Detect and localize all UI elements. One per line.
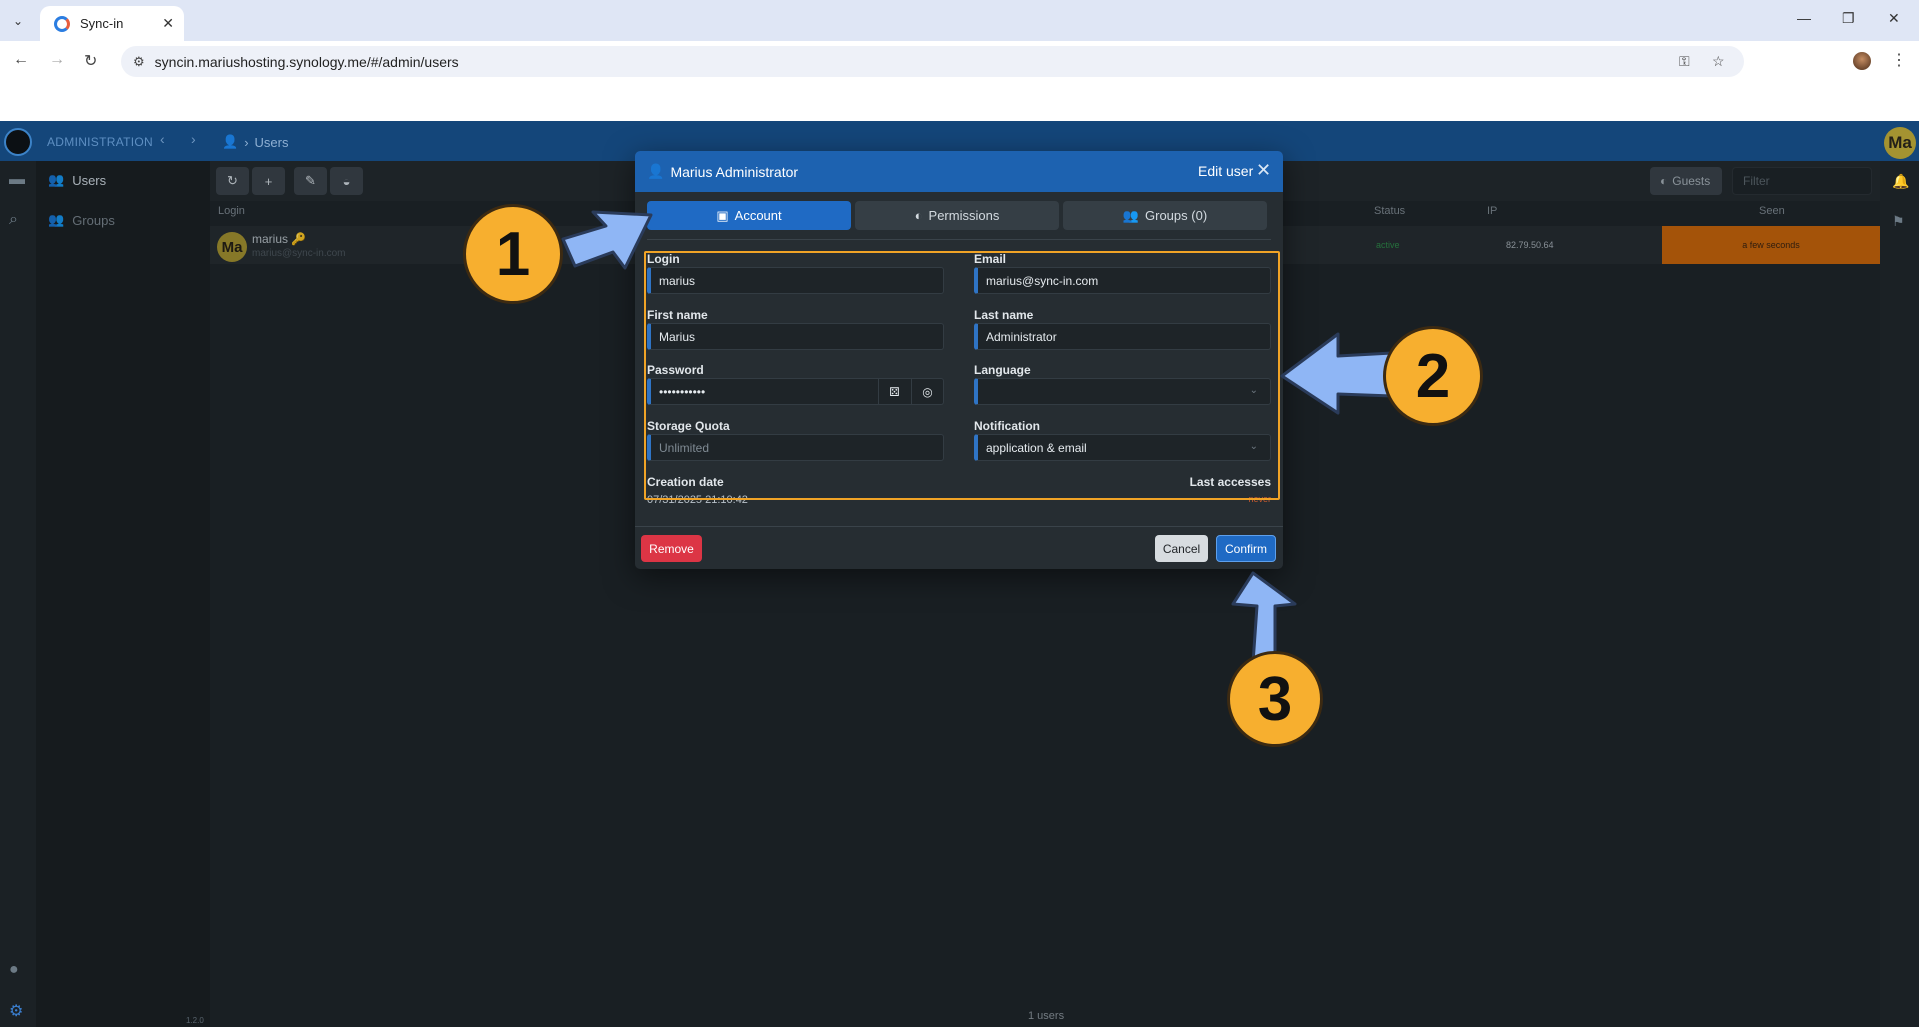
step-badge-2: 2 — [1383, 326, 1483, 426]
arrow-2 — [1280, 332, 1394, 415]
annotation-arrows — [561, 210, 1394, 665]
arrow-1 — [561, 210, 653, 270]
step-badge-1: 1 — [463, 204, 563, 304]
step-badge-3: 3 — [1227, 651, 1323, 747]
arrow-3 — [1231, 571, 1297, 665]
